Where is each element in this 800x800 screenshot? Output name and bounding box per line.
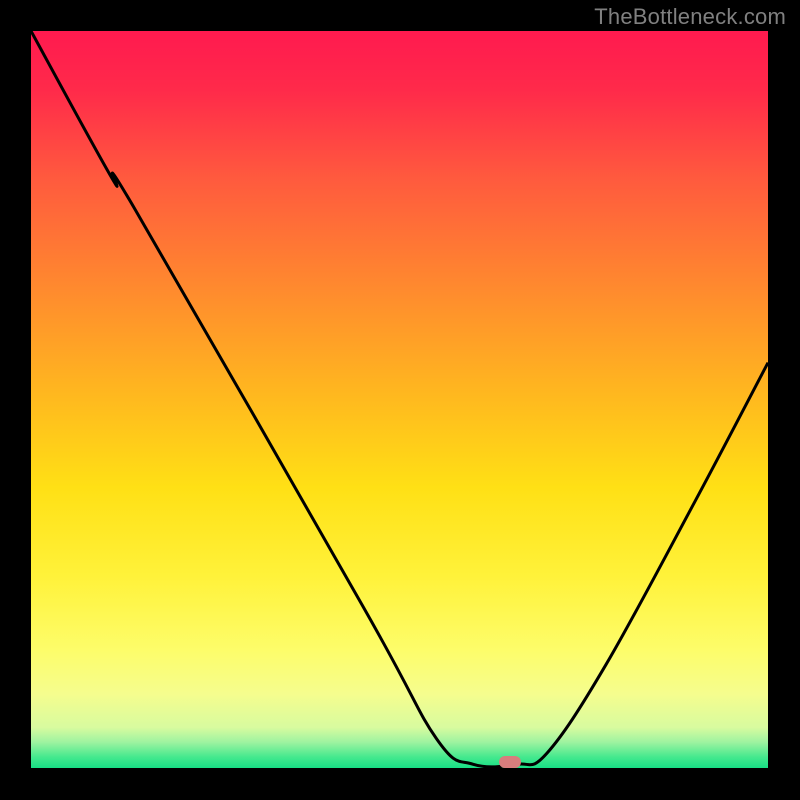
chart-frame: TheBottleneck.com (0, 0, 800, 800)
optimal-marker (499, 756, 521, 768)
background-gradient (31, 31, 768, 768)
branding-watermark: TheBottleneck.com (594, 4, 786, 30)
plot-area (31, 31, 768, 768)
